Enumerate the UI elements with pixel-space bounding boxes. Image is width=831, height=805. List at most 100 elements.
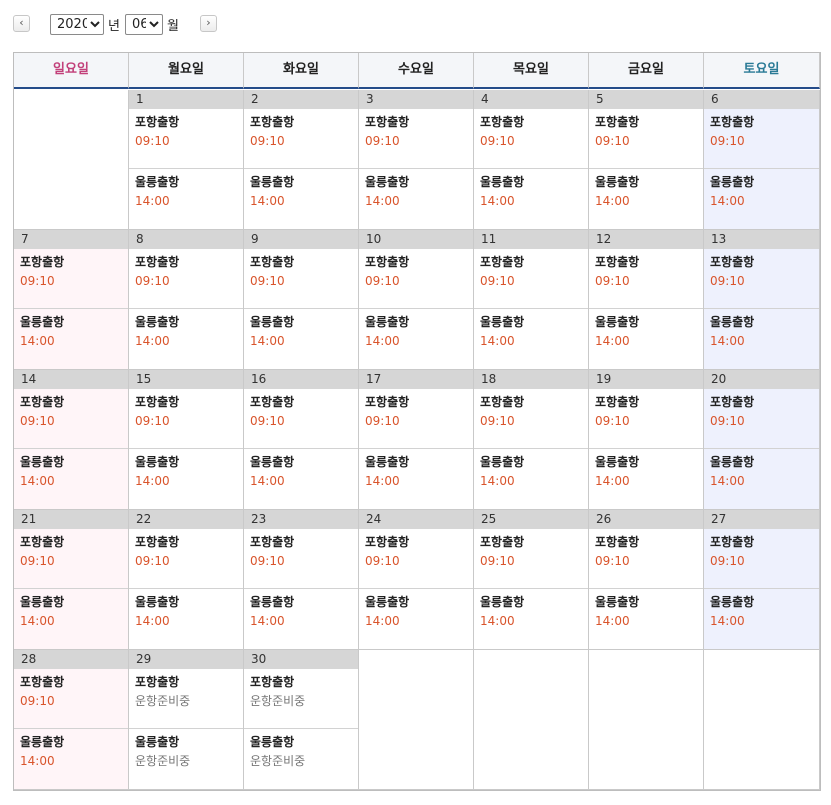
route-label: 울릉출항 — [135, 595, 180, 609]
calendar-empty-cell — [359, 650, 474, 790]
prev-month-button[interactable]: ‹ — [13, 15, 30, 32]
year-suffix-label: 년 — [108, 19, 120, 34]
ulleung-departure-slot: 울릉출항 14:00 — [14, 589, 128, 649]
calendar-day-cell: 2 포항출항 09:10 울릉출항 14:00 — [244, 90, 359, 230]
pohang-departure-slot: 포항출항 09:10 — [589, 389, 703, 449]
route-label: 포항출항 — [20, 255, 65, 269]
route-label: 포항출항 — [480, 255, 525, 269]
day-number: 17 — [359, 370, 473, 389]
ulleung-departure-slot: 울릉출항 14:00 — [244, 309, 358, 369]
day-number: 20 — [704, 370, 819, 389]
route-label: 포항출항 — [365, 535, 410, 549]
departure-time: 14:00 — [135, 614, 170, 628]
departure-time: 14:00 — [250, 614, 285, 628]
calendar-day-cell: 25 포항출항 09:10 울릉출항 14:00 — [474, 510, 589, 650]
departure-time: 14:00 — [480, 334, 515, 348]
calendar-day-cell: 14 포항출항 09:10 울릉출항 14:00 — [14, 370, 129, 510]
ulleung-departure-slot: 울릉출항 운항준비중 — [244, 729, 358, 789]
calendar-empty-cell — [589, 650, 704, 790]
weekday-header-tue: 화요일 — [244, 53, 359, 89]
month-select[interactable]: 06 — [125, 14, 163, 35]
year-select[interactable]: 2020 — [50, 14, 104, 35]
ulleung-departure-slot: 울릉출항 14:00 — [704, 449, 819, 509]
day-number: 24 — [359, 510, 473, 529]
calendar-day-cell: 9 포항출항 09:10 울릉출항 14:00 — [244, 230, 359, 370]
month-suffix-label: 월 — [167, 19, 179, 34]
day-number: 12 — [589, 230, 703, 249]
route-label: 포항출항 — [710, 395, 755, 409]
route-label: 울릉출항 — [710, 455, 755, 469]
departure-time: 14:00 — [710, 194, 745, 208]
ulleung-departure-slot: 울릉출항 14:00 — [704, 169, 819, 229]
calendar-day-cell: 24 포항출항 09:10 울릉출항 14:00 — [359, 510, 474, 650]
route-label: 포항출항 — [595, 115, 640, 129]
route-label: 포항출항 — [135, 535, 180, 549]
departure-time: 09:10 — [710, 554, 745, 568]
ulleung-departure-slot: 울릉출항 14:00 — [129, 309, 243, 369]
day-number: 25 — [474, 510, 588, 529]
ulleung-departure-slot: 울릉출항 14:00 — [244, 589, 358, 649]
departure-time: 14:00 — [20, 754, 55, 768]
day-number: 6 — [704, 90, 819, 109]
day-number: 26 — [589, 510, 703, 529]
departure-time: 09:10 — [365, 134, 400, 148]
departure-time: 09:10 — [135, 134, 170, 148]
ulleung-departure-slot: 울릉출항 14:00 — [359, 449, 473, 509]
route-label: 포항출항 — [20, 395, 65, 409]
pohang-departure-slot: 포항출항 09:10 — [704, 109, 819, 169]
next-month-button[interactable]: › — [200, 15, 217, 32]
route-label: 울릉출항 — [595, 595, 640, 609]
departure-time: 14:00 — [365, 334, 400, 348]
departure-time: 14:00 — [135, 334, 170, 348]
ulleung-departure-slot: 울릉출항 14:00 — [14, 309, 128, 369]
pohang-departure-slot: 포항출항 운항준비중 — [244, 669, 358, 729]
departure-time: 14:00 — [135, 194, 170, 208]
ulleung-departure-slot: 울릉출항 14:00 — [589, 449, 703, 509]
departure-time: 14:00 — [365, 194, 400, 208]
weekday-header-wed: 수요일 — [359, 53, 474, 89]
route-label: 울릉출항 — [710, 175, 755, 189]
route-label: 울릉출항 — [710, 315, 755, 329]
ulleung-departure-slot: 울릉출항 14:00 — [129, 169, 243, 229]
route-label: 포항출항 — [480, 115, 525, 129]
pohang-departure-slot: 포항출항 09:10 — [589, 109, 703, 169]
day-number: 7 — [14, 230, 128, 249]
pohang-departure-slot: 포항출항 09:10 — [129, 529, 243, 589]
departure-time: 09:10 — [480, 274, 515, 288]
weekday-header-fri: 금요일 — [589, 53, 704, 89]
pohang-departure-slot: 포항출항 09:10 — [704, 529, 819, 589]
route-label: 포항출항 — [135, 395, 180, 409]
pohang-departure-slot: 포항출항 09:10 — [14, 249, 128, 309]
calendar-day-cell: 23 포항출항 09:10 울릉출항 14:00 — [244, 510, 359, 650]
departure-time: 09:10 — [250, 274, 285, 288]
route-label: 포항출항 — [595, 255, 640, 269]
calendar-day-cell: 20 포항출항 09:10 울릉출항 14:00 — [704, 370, 820, 510]
day-number: 29 — [129, 650, 243, 669]
pohang-departure-slot: 포항출항 09:10 — [474, 109, 588, 169]
pohang-departure-slot: 포항출항 운항준비중 — [129, 669, 243, 729]
departure-time: 09:10 — [20, 694, 55, 708]
pohang-departure-slot: 포항출항 09:10 — [244, 389, 358, 449]
route-label: 울릉출항 — [365, 455, 410, 469]
pohang-departure-slot: 포항출항 09:10 — [244, 529, 358, 589]
departure-time: 14:00 — [480, 474, 515, 488]
departure-time: 09:10 — [135, 274, 170, 288]
departure-time: 09:10 — [595, 554, 630, 568]
departure-time: 09:10 — [595, 414, 630, 428]
day-number: 11 — [474, 230, 588, 249]
route-label: 울릉출항 — [480, 175, 525, 189]
weekday-header-thu: 목요일 — [474, 53, 589, 89]
day-number: 30 — [244, 650, 358, 669]
departure-time: 09:10 — [365, 274, 400, 288]
pohang-departure-slot: 포항출항 09:10 — [359, 109, 473, 169]
day-number: 5 — [589, 90, 703, 109]
ulleung-departure-slot: 울릉출항 14:00 — [704, 589, 819, 649]
ulleung-departure-slot: 울릉출항 14:00 — [704, 309, 819, 369]
route-label: 울릉출항 — [135, 315, 180, 329]
route-label: 울릉출항 — [250, 315, 295, 329]
calendar-day-cell: 26 포항출항 09:10 울릉출항 14:00 — [589, 510, 704, 650]
route-label: 울릉출항 — [20, 735, 65, 749]
calendar-empty-cell — [474, 650, 589, 790]
route-label: 울릉출항 — [480, 315, 525, 329]
day-number: 2 — [244, 90, 358, 109]
